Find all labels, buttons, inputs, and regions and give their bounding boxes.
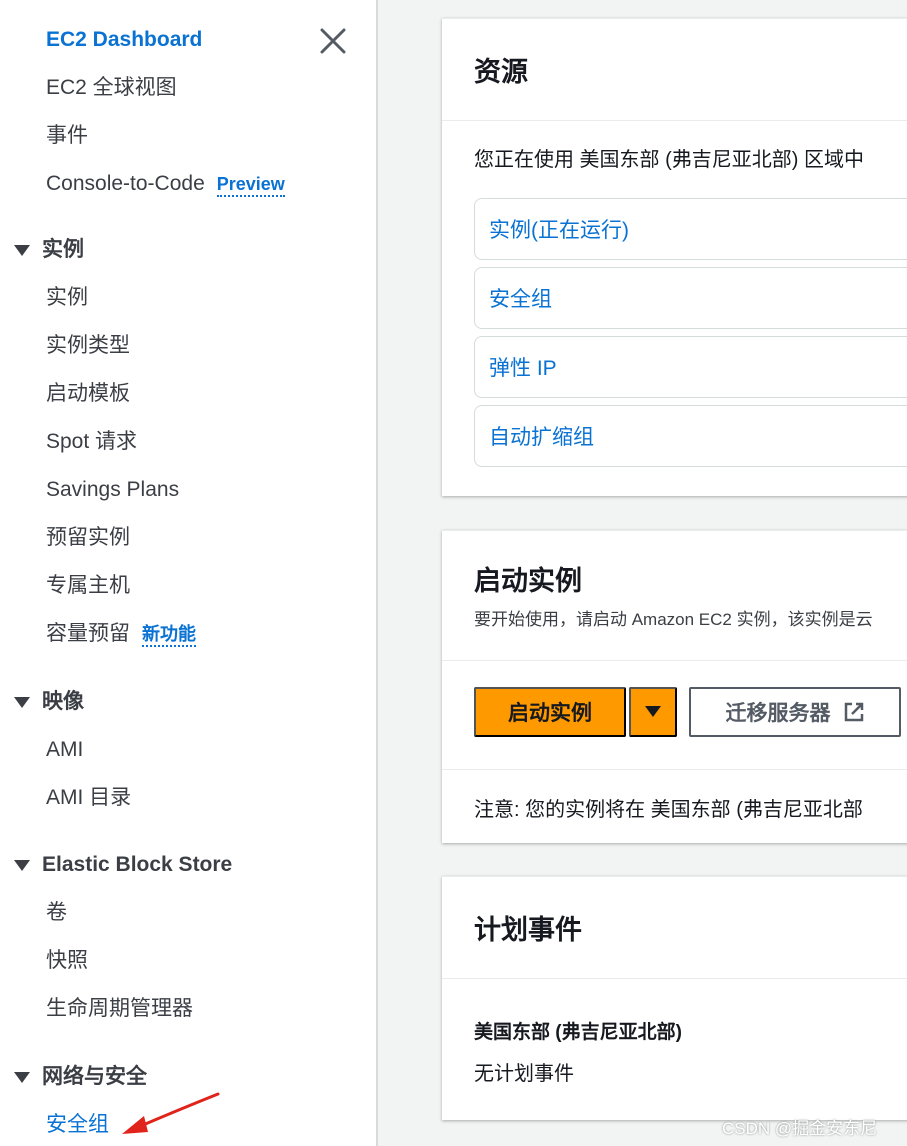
nav-dedicated-hosts[interactable]: 专属主机 — [46, 572, 130, 600]
scheduled-events-card: 计划事件 美国东部 (弗吉尼亚北部) 无计划事件 — [442, 876, 907, 1120]
annotation-arrow-icon — [122, 1092, 220, 1134]
launch-instance-dropdown-button[interactable] — [629, 687, 677, 737]
new-feature-badge: 新功能 — [142, 624, 196, 647]
resource-link-running-instances[interactable]: 实例(正在运行) — [474, 198, 907, 260]
resource-link-auto-scaling-groups[interactable]: 自动扩缩组 — [474, 405, 907, 467]
nav-instance-types[interactable]: 实例类型 — [46, 332, 130, 360]
caret-down-icon — [14, 1071, 30, 1083]
nav-events[interactable]: 事件 — [46, 122, 88, 150]
migrate-server-label: 迁移服务器 — [725, 702, 831, 725]
no-scheduled-events-text: 无计划事件 — [474, 1063, 574, 1085]
nav-security-groups[interactable]: 安全组 — [46, 1111, 109, 1139]
nav-capacity-reservations-label: 容量预留 — [46, 622, 130, 645]
section-network-security-toggle[interactable]: 网络与安全 — [14, 1063, 147, 1091]
preview-badge: Preview — [216, 174, 285, 197]
nav-launch-templates[interactable]: 启动模板 — [46, 380, 130, 408]
launch-instance-button[interactable]: 启动实例 — [474, 687, 626, 737]
launch-card-divider — [442, 769, 907, 770]
close-sidebar-button[interactable] — [316, 24, 350, 58]
nav-ec2-global-view[interactable]: EC2 全球视图 — [46, 74, 177, 102]
section-images-toggle[interactable]: 映像 — [14, 688, 84, 716]
section-images-label: 映像 — [42, 690, 84, 713]
nav-console-to-code[interactable]: Console-to-Code Preview — [46, 170, 285, 198]
nav-spot-requests[interactable]: Spot 请求 — [46, 428, 137, 456]
resources-title: 资源 — [474, 57, 528, 87]
nav-lifecycle-manager[interactable]: 生命周期管理器 — [46, 995, 193, 1023]
launch-instance-card: 启动实例 要开始使用，请启动 Amazon EC2 实例，该实例是云 启动实例 … — [442, 530, 907, 843]
caret-down-icon — [14, 696, 30, 708]
resource-link-security-groups[interactable]: 安全组 — [474, 267, 907, 329]
caret-down-icon — [645, 706, 661, 717]
scheduled-card-header: 计划事件 — [442, 877, 907, 979]
nav-volumes[interactable]: 卷 — [46, 899, 67, 927]
launch-region-note: 注意: 您的实例将在 美国东部 (弗吉尼亚北部 — [474, 799, 863, 821]
section-ebs-toggle[interactable]: Elastic Block Store — [14, 851, 232, 879]
resources-region-text: 您正在使用 美国东部 (弗吉尼亚北部) 区域中 — [474, 149, 864, 171]
section-instances-toggle[interactable]: 实例 — [14, 236, 84, 264]
caret-down-icon — [14, 244, 30, 256]
nav-reserved-instances[interactable]: 预留实例 — [46, 524, 130, 552]
nav-savings-plans[interactable]: Savings Plans — [46, 476, 179, 504]
section-instances-label: 实例 — [42, 238, 84, 261]
nav-capacity-reservations[interactable]: 容量预留 新功能 — [46, 620, 196, 648]
scheduled-events-region: 美国东部 (弗吉尼亚北部) — [474, 1022, 682, 1043]
sidebar: EC2 Dashboard EC2 全球视图 事件 Console-to-Cod… — [0, 0, 378, 1146]
migrate-server-button[interactable]: 迁移服务器 — [689, 687, 901, 737]
nav-ami-catalog[interactable]: AMI 目录 — [46, 784, 131, 812]
section-network-security-label: 网络与安全 — [42, 1065, 147, 1088]
resources-card-header: 资源 — [442, 19, 907, 121]
nav-ami[interactable]: AMI — [46, 736, 83, 764]
resource-link-elastic-ips[interactable]: 弹性 IP — [474, 336, 907, 398]
nav-snapshots[interactable]: 快照 — [46, 947, 88, 975]
resources-card: 资源 您正在使用 美国东部 (弗吉尼亚北部) 区域中 实例(正在运行) 安全组 … — [442, 18, 907, 496]
close-icon — [320, 28, 346, 54]
scheduled-events-title: 计划事件 — [474, 915, 582, 945]
nav-ec2-dashboard[interactable]: EC2 Dashboard — [46, 26, 202, 54]
nav-instances[interactable]: 实例 — [46, 284, 88, 312]
watermark: CSDN @掘金安东尼 — [722, 1119, 878, 1138]
caret-down-icon — [14, 859, 30, 871]
launch-description: 要开始使用，请启动 Amazon EC2 实例，该实例是云 — [474, 610, 873, 629]
external-link-icon — [844, 702, 863, 722]
nav-console-to-code-label: Console-to-Code — [46, 172, 205, 195]
launch-card-header: 启动实例 要开始使用，请启动 Amazon EC2 实例，该实例是云 — [442, 531, 907, 661]
section-ebs-label: Elastic Block Store — [42, 853, 233, 876]
launch-title: 启动实例 — [474, 566, 582, 596]
